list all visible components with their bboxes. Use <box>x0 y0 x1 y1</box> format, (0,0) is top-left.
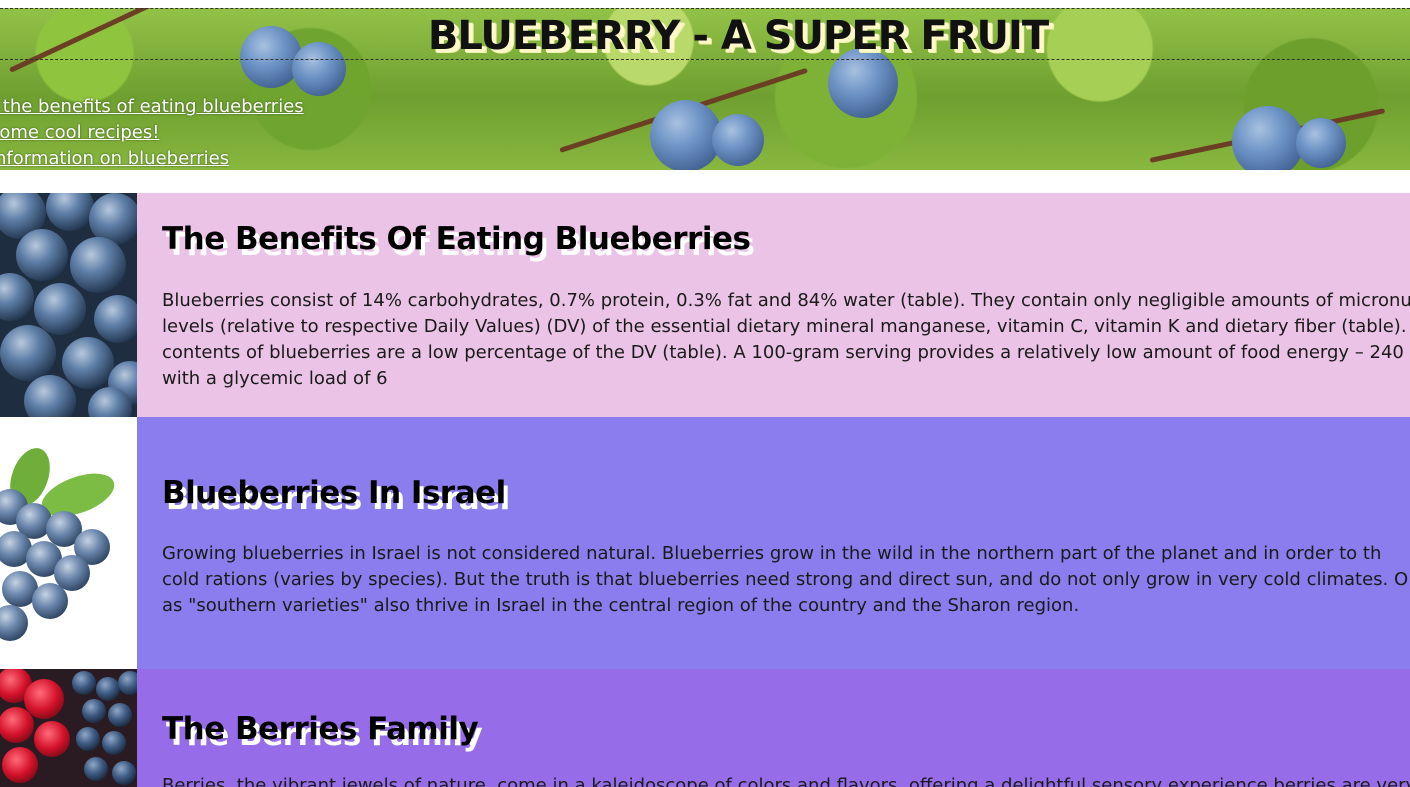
paragraph-line: with a glycemic load of 6 <box>162 368 388 389</box>
paragraph-line: contents of blueberries are a low percen… <box>162 342 1404 363</box>
blueberry-image <box>1296 118 1346 168</box>
benefits-section: The Benefits Of Eating Blueberries Blueb… <box>0 193 1410 417</box>
benefits-text: Blueberries consist of 14% carbohydrates… <box>162 288 1410 392</box>
blueberries-pile-icon <box>0 193 137 417</box>
mixed-berries-image <box>0 669 137 787</box>
blueberry-image <box>1232 106 1304 170</box>
mixed-berries-icon <box>0 669 137 787</box>
israel-section: Blueberries In Israel Growing blueberrie… <box>0 417 1410 669</box>
berries-family-heading: The Berries Family <box>162 711 479 747</box>
benefits-heading: The Benefits Of Eating Blueberries <box>162 221 751 257</box>
nav-link-benefits[interactable]: t the benefits of eating blueberries <box>0 94 304 120</box>
israel-content: Blueberries In Israel Growing blueberrie… <box>137 417 1410 669</box>
benefits-content: The Benefits Of Eating Blueberries Blueb… <box>137 193 1410 417</box>
blueberries-leaves-icon <box>0 417 137 669</box>
blueberries-with-leaves-image <box>0 417 137 669</box>
blueberry-image <box>650 100 722 170</box>
site-title: BLUEBERRY - A SUPER FRUIT <box>427 13 1049 59</box>
berries-family-content: The Berries Family Berries, the vibrant … <box>137 669 1410 787</box>
blueberry-image <box>712 114 764 166</box>
nav-link-information[interactable]: information on blueberries <box>0 146 304 170</box>
paragraph-line: Berries, the vibrant jewels of nature, c… <box>162 775 1410 787</box>
paragraph-line: Growing blueberries in Israel is not con… <box>162 543 1382 564</box>
paragraph-line: as "southern varieties" also thrive in I… <box>162 595 1080 616</box>
paragraph-line: cold rations (varies by species). But th… <box>162 569 1409 590</box>
blueberries-pile-image <box>0 193 137 417</box>
israel-heading: Blueberries In Israel <box>162 475 506 511</box>
paragraph-line: levels (relative to respective Daily Val… <box>162 316 1410 337</box>
israel-text: Growing blueberries in Israel is not con… <box>162 541 1408 619</box>
nav-link-recipes[interactable]: some cool recipes! <box>0 120 304 146</box>
paragraph-line: Blueberries consist of 14% carbohydrates… <box>162 290 1410 311</box>
main-nav: t the benefits of eating blueberries som… <box>0 94 304 170</box>
berries-family-text: Berries, the vibrant jewels of nature, c… <box>162 773 1410 787</box>
berries-family-section: The Berries Family Berries, the vibrant … <box>0 669 1410 787</box>
header-banner: BLUEBERRY - A SUPER FRUIT t the benefits… <box>0 8 1410 170</box>
